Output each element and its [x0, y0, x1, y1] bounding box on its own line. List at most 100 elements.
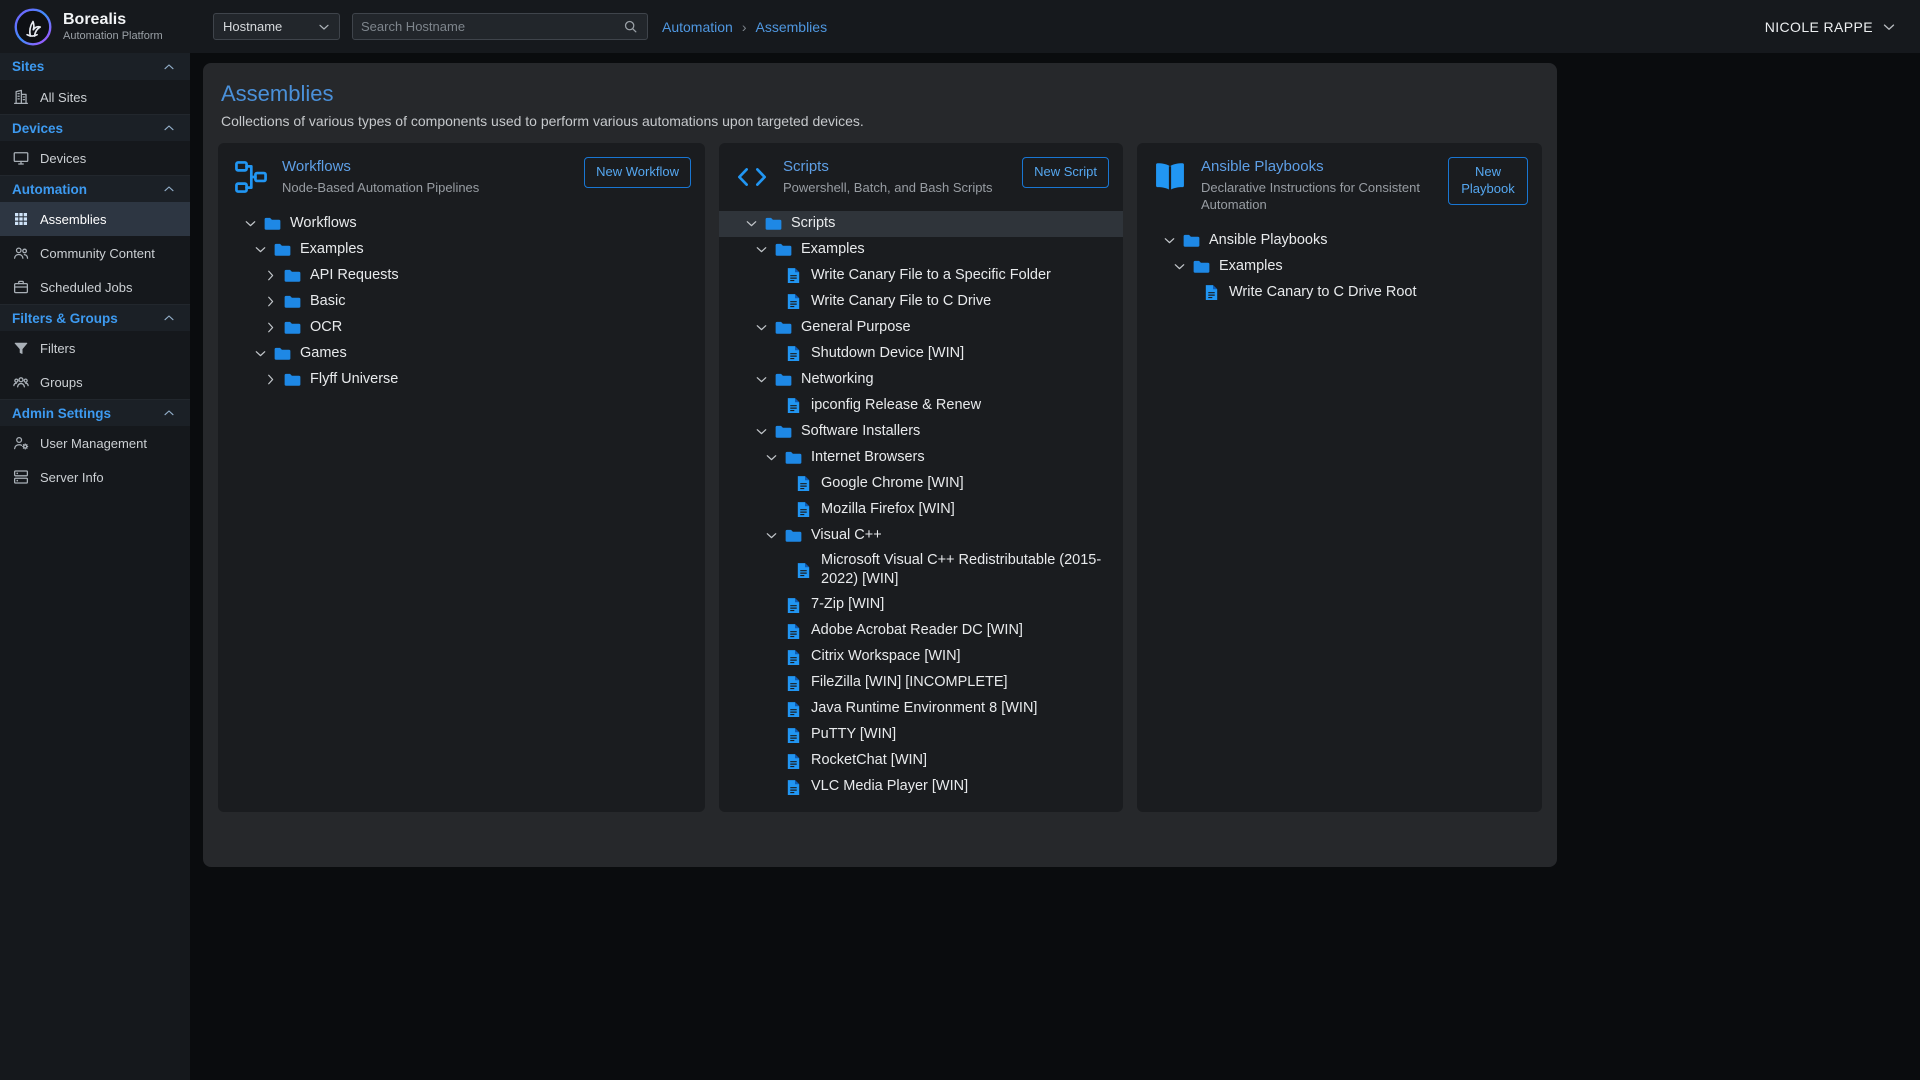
search-input[interactable] [361, 19, 622, 34]
scripts-card: Scripts Powershell, Batch, and Bash Scri… [719, 143, 1123, 812]
chevron-down-icon[interactable] [1169, 258, 1189, 276]
folder-icon [282, 317, 303, 338]
chevron-right-icon[interactable] [260, 319, 280, 337]
new-workflow-button[interactable]: New Workflow [584, 157, 691, 188]
chevron-up-icon[interactable] [161, 405, 177, 421]
sidebar-item-groups[interactable]: Groups [0, 365, 190, 399]
chevron-down-icon[interactable] [741, 215, 761, 233]
borealis-logo-icon [13, 7, 53, 47]
tree-indent-spacer [761, 674, 781, 692]
tree-item-label: Google Chrome [WIN] [821, 472, 964, 496]
chevron-down-icon[interactable] [761, 449, 781, 467]
tree-item-label: Scripts [791, 212, 835, 236]
sidebar-item-label: Devices [40, 151, 86, 166]
new-playbook-button[interactable]: New Playbook [1448, 157, 1528, 205]
folder-icon [783, 525, 804, 546]
workflow-icon [232, 158, 270, 196]
tree-item-java-runtime-environment-8-win[interactable]: Java Runtime Environment 8 [WIN] [719, 696, 1123, 722]
folder-icon [272, 239, 293, 260]
sidebar-item-user-management[interactable]: User Management [0, 426, 190, 460]
chevron-up-icon[interactable] [161, 310, 177, 326]
tree-item-google-chrome-win[interactable]: Google Chrome [WIN] [719, 471, 1123, 497]
tree-item-7-zip-win[interactable]: 7-Zip [WIN] [719, 592, 1123, 618]
tree-item-putty-win[interactable]: PuTTY [WIN] [719, 722, 1123, 748]
chevron-right-icon[interactable] [260, 267, 280, 285]
sidebar-item-community-content[interactable]: Community Content [0, 236, 190, 270]
tree-item-api-requests[interactable]: API Requests [218, 263, 705, 289]
user-menu[interactable]: NICOLE RAPPE [1765, 18, 1898, 36]
chevron-down-icon[interactable] [751, 241, 771, 259]
tree-item-workflows[interactable]: Workflows [218, 211, 705, 237]
tree-item-internet-browsers[interactable]: Internet Browsers [719, 445, 1123, 471]
sidebar-item-filters[interactable]: Filters [0, 331, 190, 365]
tree-item-ansible-playbooks[interactable]: Ansible Playbooks [1137, 228, 1542, 254]
tree-item-vlc-media-player-win[interactable]: VLC Media Player [WIN] [719, 774, 1123, 800]
sidebar-section-admin-settings[interactable]: Admin Settings [0, 399, 190, 426]
tree-item-examples[interactable]: Examples [218, 237, 705, 263]
tree-item-citrix-workspace-win[interactable]: Citrix Workspace [WIN] [719, 644, 1123, 670]
file-icon [783, 265, 804, 286]
folder-icon [262, 213, 283, 234]
breadcrumb-assemblies[interactable]: Assemblies [756, 19, 828, 35]
sidebar-item-devices[interactable]: Devices [0, 141, 190, 175]
tree-item-flyff-universe[interactable]: Flyff Universe [218, 367, 705, 393]
chevron-up-icon[interactable] [161, 181, 177, 197]
tree-item-software-installers[interactable]: Software Installers [719, 419, 1123, 445]
tree-item-label: FileZilla [WIN] [INCOMPLETE] [811, 671, 1008, 695]
ansible-tree: Ansible PlaybooksExamplesWrite Canary to… [1137, 224, 1542, 812]
sidebar-section-devices[interactable]: Devices [0, 114, 190, 141]
sidebar-item-assemblies[interactable]: Assemblies [0, 202, 190, 236]
hostname-select[interactable]: Hostname [213, 13, 340, 40]
chevron-down-icon[interactable] [761, 527, 781, 545]
tree-item-mozilla-firefox-win[interactable]: Mozilla Firefox [WIN] [719, 497, 1123, 523]
tree-item-examples[interactable]: Examples [1137, 254, 1542, 280]
chevron-down-icon[interactable] [250, 241, 270, 259]
new-script-button[interactable]: New Script [1022, 157, 1109, 188]
brand[interactable]: Borealis Automation Platform [0, 7, 213, 47]
sidebar-item-label: Filters [40, 341, 75, 356]
chevron-right-icon[interactable] [260, 293, 280, 311]
chevron-down-icon[interactable] [751, 423, 771, 441]
search-icon[interactable] [622, 18, 639, 35]
tree-item-write-canary-file-to-a-specific-folder[interactable]: Write Canary File to a Specific Folder [719, 263, 1123, 289]
tree-item-general-purpose[interactable]: General Purpose [719, 315, 1123, 341]
folder-icon [1181, 230, 1202, 251]
sidebar-nav: SitesAll SitesDevicesDevicesAutomationAs… [0, 53, 190, 1080]
tree-item-visual-c[interactable]: Visual C++ [719, 523, 1123, 549]
tree-item-label: Java Runtime Environment 8 [WIN] [811, 697, 1037, 721]
chevron-right-icon[interactable] [260, 371, 280, 389]
breadcrumb-automation[interactable]: Automation [662, 19, 733, 35]
folder-icon [282, 291, 303, 312]
tree-item-adobe-acrobat-reader-dc-win[interactable]: Adobe Acrobat Reader DC [WIN] [719, 618, 1123, 644]
tree-item-filezilla-win-incomplete[interactable]: FileZilla [WIN] [INCOMPLETE] [719, 670, 1123, 696]
tree-item-games[interactable]: Games [218, 341, 705, 367]
chevron-down-icon[interactable] [250, 345, 270, 363]
chevron-up-icon[interactable] [161, 120, 177, 136]
chevron-down-icon[interactable] [751, 319, 771, 337]
chevron-down-icon[interactable] [751, 371, 771, 389]
tree-item-shutdown-device-win[interactable]: Shutdown Device [WIN] [719, 341, 1123, 367]
tree-item-microsoft-visual-c-redistributable-2015-2022-win[interactable]: Microsoft Visual C++ Redistributable (20… [719, 549, 1123, 592]
sidebar-item-scheduled-jobs[interactable]: Scheduled Jobs [0, 270, 190, 304]
tree-item-rocketchat-win[interactable]: RocketChat [WIN] [719, 748, 1123, 774]
sidebar-item-all-sites[interactable]: All Sites [0, 80, 190, 114]
file-icon [783, 647, 804, 668]
tree-item-ocr[interactable]: OCR [218, 315, 705, 341]
chevron-down-icon[interactable] [240, 215, 260, 233]
user-gear-icon [12, 434, 30, 452]
tree-item-basic[interactable]: Basic [218, 289, 705, 315]
workflows-card-subtitle: Node-Based Automation Pipelines [282, 180, 564, 197]
sidebar-section-automation[interactable]: Automation [0, 175, 190, 202]
sidebar-item-server-info[interactable]: Server Info [0, 460, 190, 494]
tree-item-ipconfig-release-renew[interactable]: ipconfig Release & Renew [719, 393, 1123, 419]
tree-item-write-canary-file-to-c-drive[interactable]: Write Canary File to C Drive [719, 289, 1123, 315]
sidebar-section-sites[interactable]: Sites [0, 53, 190, 80]
sidebar-item-label: Assemblies [40, 212, 106, 227]
tree-item-examples[interactable]: Examples [719, 237, 1123, 263]
tree-item-write-canary-to-c-drive-root[interactable]: Write Canary to C Drive Root [1137, 280, 1542, 306]
chevron-down-icon[interactable] [1159, 232, 1179, 250]
sidebar-section-filters-groups[interactable]: Filters & Groups [0, 304, 190, 331]
chevron-up-icon[interactable] [161, 59, 177, 75]
tree-item-scripts[interactable]: Scripts [719, 211, 1123, 237]
tree-item-networking[interactable]: Networking [719, 367, 1123, 393]
